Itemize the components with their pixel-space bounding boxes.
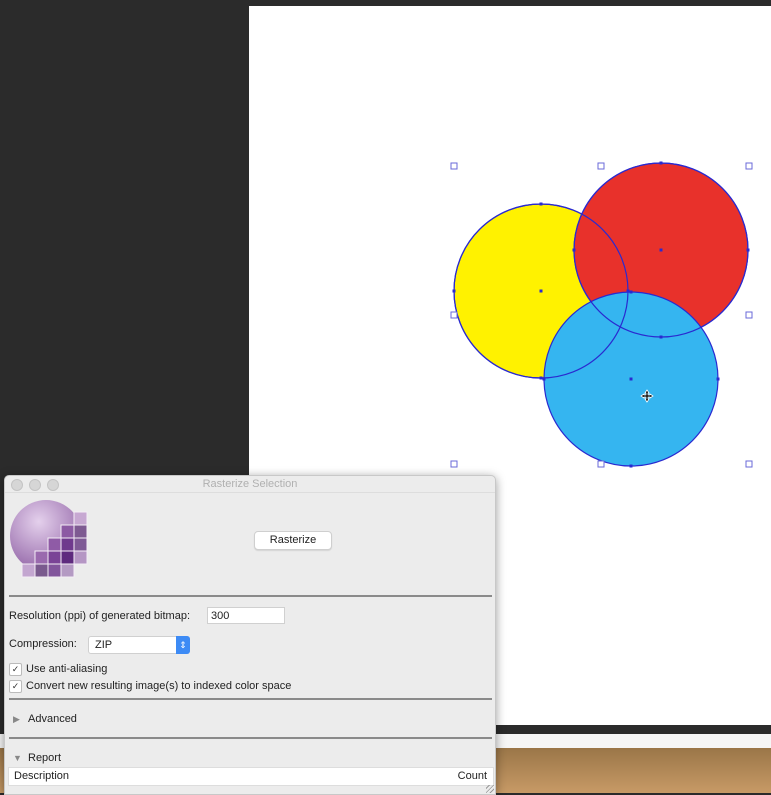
pixel-cell: [73, 537, 88, 552]
anchor-point[interactable]: [572, 248, 576, 252]
anchor-point[interactable]: [629, 290, 633, 294]
report-toggle[interactable]: Report: [28, 752, 61, 764]
indexed-color-checkbox[interactable]: ✓: [9, 680, 22, 693]
anchor-point[interactable]: [539, 202, 543, 206]
selection-handle[interactable]: [450, 162, 458, 170]
zoom-button[interactable]: [47, 479, 59, 491]
indexed-color-label: Convert new resulting image(s) to indexe…: [26, 680, 292, 692]
column-description[interactable]: Description: [14, 768, 69, 785]
disclosure-right-icon[interactable]: ▶: [13, 714, 20, 725]
pixel-cell: [21, 563, 36, 578]
rasterize-selection-dialog: Rasterize Selection Rasterize Resolution…: [4, 475, 496, 795]
anchor-point[interactable]: [659, 161, 663, 165]
pixel-cell: [73, 511, 88, 526]
minimize-button[interactable]: [29, 479, 41, 491]
disclosure-down-icon[interactable]: ▼: [13, 753, 22, 763]
pixel-cell: [34, 550, 49, 565]
report-table-header: Description Count: [8, 767, 494, 786]
column-count[interactable]: Count: [458, 768, 487, 785]
selection-handle[interactable]: [450, 311, 458, 319]
resolution-label: Resolution (ppi) of generated bitmap:: [9, 610, 190, 622]
pixel-cell: [73, 524, 88, 539]
compression-value: ZIP: [95, 639, 113, 651]
anchor-point[interactable]: [542, 377, 546, 381]
selection-handle[interactable]: [450, 460, 458, 468]
rasterize-button[interactable]: Rasterize: [254, 531, 332, 550]
selection-handle[interactable]: [745, 311, 753, 319]
pixel-cell: [73, 550, 88, 565]
anchor-point[interactable]: [629, 464, 633, 468]
resize-grip[interactable]: [486, 785, 494, 793]
title-bar[interactable]: Rasterize Selection: [5, 476, 495, 493]
resolution-input[interactable]: 300: [207, 607, 285, 624]
selection-handle[interactable]: [745, 162, 753, 170]
chevron-updown-icon: ⇕: [176, 636, 190, 654]
anchor-point[interactable]: [539, 376, 543, 380]
pixel-cell: [60, 524, 75, 539]
rasterize-logo-icon: [10, 500, 88, 578]
divider: [9, 595, 492, 597]
compression-label: Compression:: [9, 638, 77, 650]
anchor-point[interactable]: [452, 289, 456, 293]
anchor-point[interactable]: [626, 289, 630, 293]
pixel-cell: [47, 563, 62, 578]
divider: [9, 698, 492, 700]
pixel-cell: [60, 537, 75, 552]
anchor-point[interactable]: [716, 377, 720, 381]
close-button[interactable]: [11, 479, 23, 491]
anchor-point[interactable]: [746, 248, 750, 252]
pixel-cell: [47, 537, 62, 552]
anti-aliasing-label: Use anti-aliasing: [26, 663, 108, 675]
advanced-toggle[interactable]: Advanced: [28, 713, 77, 725]
pixel-cell: [47, 550, 62, 565]
selection-handle[interactable]: [745, 460, 753, 468]
anchor-point[interactable]: [629, 377, 633, 381]
selection-handle[interactable]: [597, 162, 605, 170]
pixel-cell: [60, 550, 75, 565]
anchor-point[interactable]: [539, 289, 543, 293]
anchor-point[interactable]: [659, 335, 663, 339]
anti-aliasing-checkbox[interactable]: ✓: [9, 663, 22, 676]
anchor-point[interactable]: [659, 248, 663, 252]
pixel-cell: [60, 563, 75, 578]
pixel-cell: [34, 563, 49, 578]
compression-select[interactable]: ZIP ⇕: [88, 636, 190, 654]
dialog-title: Rasterize Selection: [202, 478, 298, 490]
divider: [9, 737, 492, 739]
selection-handle[interactable]: [597, 460, 605, 468]
